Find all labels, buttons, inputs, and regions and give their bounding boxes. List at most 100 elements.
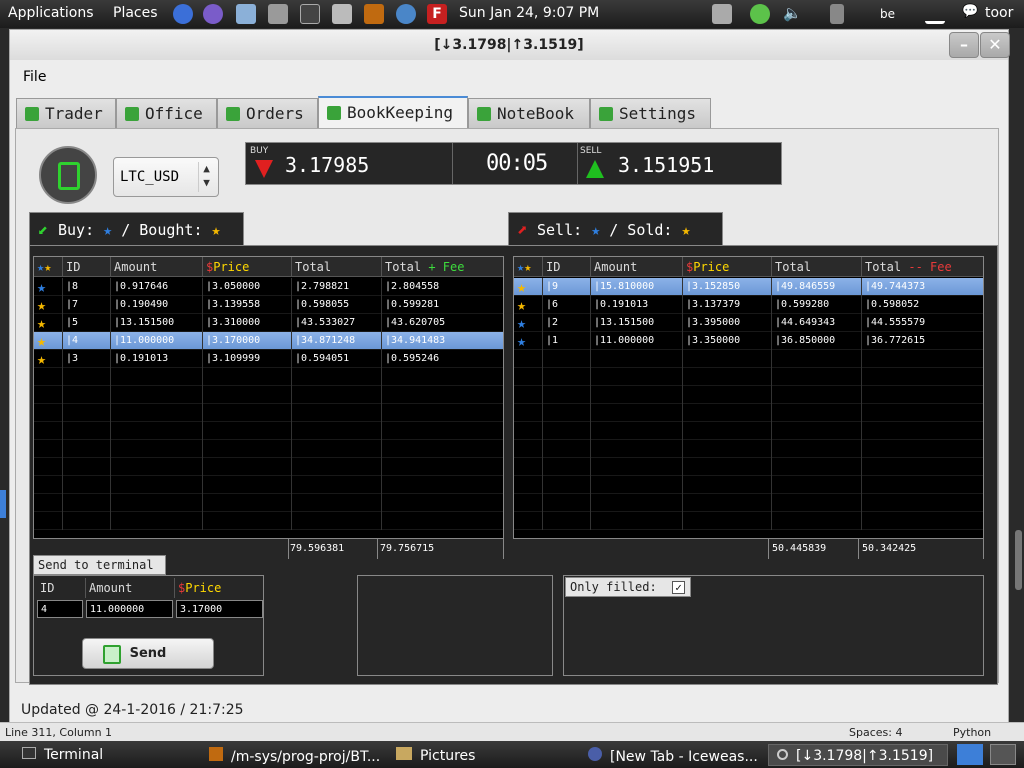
update-icon[interactable] [750,4,770,24]
col-id[interactable]: ID [62,257,110,277]
table-row[interactable]: ★ |8 |0.917646 |3.050000 |2.798821 |2.804558 [34,278,503,296]
bookkeeping-pane: ★★ ID Amount $Price Total Total + Fee ★ |… [29,245,998,685]
menu-file[interactable]: File [23,69,46,85]
buy-pane-header[interactable]: ⬋ Buy: ★ / Bought: ★ [29,212,244,246]
syntax-setting[interactable]: Python [953,726,991,739]
cell-price [202,494,291,512]
buy-table[interactable]: ★★ ID Amount $Price Total Total + Fee ★ |… [33,256,504,539]
close-button[interactable]: ✕ [980,32,1010,58]
tab-settings[interactable]: Settings [590,98,711,128]
send-button[interactable]: Send [82,638,214,669]
cell-price [202,386,291,404]
sell-pane-header[interactable]: ⬈ Sell: ★ / Sold: ★ [508,212,723,246]
tab-notebook[interactable]: NoteBook [468,98,590,128]
task-editor[interactable]: /m-sys/prog-proj/BT... [201,744,387,766]
tab-orders[interactable]: Orders [217,98,318,128]
send-price-field[interactable]: 3.17000 [176,600,263,618]
screenshot-icon[interactable] [332,4,352,24]
col-total[interactable]: Total [771,257,861,277]
col-amount[interactable]: Amount [590,257,682,277]
send-id-field[interactable]: 4 [37,600,83,618]
cell-amount [590,386,682,404]
clock[interactable]: Sun Jan 24, 9:07 PM [459,5,599,21]
screenshot-tray-icon[interactable] [712,4,732,24]
col-id[interactable]: ID [542,257,590,277]
col-total-fee[interactable]: Total -- Fee [861,257,983,277]
status-cell [514,368,542,386]
cell-id [542,386,590,404]
empty-row [34,458,503,476]
applications-menu[interactable]: Applications [8,5,94,21]
table-row[interactable]: ★ |1 |11.000000 |3.350000 |36.850000 |36.7726… [514,332,983,350]
calculator-icon[interactable] [268,4,288,24]
places-menu[interactable]: Places [113,5,158,21]
workspace-1[interactable] [957,744,983,765]
sell-sum-total: 50.445839 [772,543,827,554]
cell-total-fee [861,494,983,512]
signal-icon[interactable] [925,4,945,24]
user-menu[interactable]: toor [985,5,1013,21]
app-icon [777,749,788,760]
col-amount[interactable]: Amount [110,257,202,277]
send-icon [103,645,121,664]
terminal-icon[interactable] [300,4,320,24]
tab-office[interactable]: Office [116,98,217,128]
pair-select[interactable]: LTC_USD ▲ ▼ [113,157,219,197]
only-filled-label-box[interactable]: Only filled: ✓ [565,577,691,597]
cell-price [682,440,771,458]
cell-total-fee [861,368,983,386]
cell-amount [590,350,682,368]
table-row[interactable]: ★ |5 |13.151500 |3.310000 |43.533027 |43.6207… [34,314,503,332]
thunderbird-icon[interactable] [396,4,416,24]
minimize-button[interactable]: – [949,32,979,58]
globe-icon[interactable] [173,4,193,24]
red-arrow-icon: ⬈ [517,220,528,241]
empty-row [514,386,983,404]
cell-amount [590,404,682,422]
network-monitor-icon[interactable] [236,4,256,24]
sublime-icon[interactable] [364,4,384,24]
editor-scrollbar[interactable] [1013,90,1024,725]
table-row[interactable]: ★ |2 |13.151500 |3.395000 |44.649343 |44.5555… [514,314,983,332]
battery-icon[interactable] [830,4,844,24]
tab-bookkeeping[interactable]: BookKeeping [318,96,468,129]
scrollbar-thumb[interactable] [1015,530,1022,590]
chat-bubble-icon: 💬 [962,4,979,19]
cell-total-fee: |49.744373 [861,278,983,296]
status-column-icon[interactable]: ★★ [34,257,62,277]
col-total[interactable]: Total [291,257,381,277]
task-terminal[interactable]: Terminal [14,744,194,766]
status-column-icon[interactable]: ★★ [514,257,542,277]
filezilla-icon[interactable]: F [427,4,447,24]
bot-status-icon[interactable] [39,146,97,204]
spin-arrows-icon[interactable]: ▲ ▼ [198,162,214,192]
volume-icon[interactable]: 🔈 [783,4,803,24]
col-total-fee[interactable]: Total + Fee [381,257,503,277]
cell-total [291,386,381,404]
sell-table[interactable]: ★★ ID Amount $Price Total Total -- Fee ★… [513,256,984,539]
table-row[interactable]: ★ |3 |0.191013 |3.109999 |0.594051 |0.595246 [34,350,503,368]
indent-setting[interactable]: Spaces: 4 [849,726,902,739]
cell-price [682,368,771,386]
keyboard-layout[interactable]: be [880,7,895,21]
cell-amount [110,512,202,530]
cell-price [682,476,771,494]
table-row[interactable]: ★ |6 |0.191013 |3.137379 |0.599280 |0.598052 [514,296,983,314]
table-row[interactable]: ★ |7 |0.190490 |3.139558 |0.598055 |0.599281 [34,296,503,314]
tab-trader[interactable]: Trader [16,98,116,128]
send-amount-field[interactable]: 11.000000 [86,600,173,618]
task-pictures[interactable]: Pictures [388,744,578,766]
empty-row [514,404,983,422]
title-bar[interactable]: [↓3.1798|↑3.1519] – ✕ [10,30,1010,60]
table-row[interactable]: ★ |4 |11.000000 |3.170000 |34.871248 |34.9414… [34,332,503,350]
workspace-2[interactable] [990,744,1016,765]
table-row[interactable]: ★ |9 |15.810000 |3.152850 |49.846559 |49.7443… [514,278,983,296]
col-price[interactable]: $Price [202,257,291,277]
task-trader-app[interactable]: [↓3.1798|↑3.1519] [768,744,948,766]
only-filled-label: Only filled: [570,580,657,594]
chat-icon[interactable] [203,4,223,24]
only-filled-checkbox[interactable]: ✓ [672,581,685,594]
col-price[interactable]: $Price [682,257,771,277]
task-browser[interactable]: [New Tab - Iceweas... [580,744,766,766]
folder-icon [396,747,412,760]
